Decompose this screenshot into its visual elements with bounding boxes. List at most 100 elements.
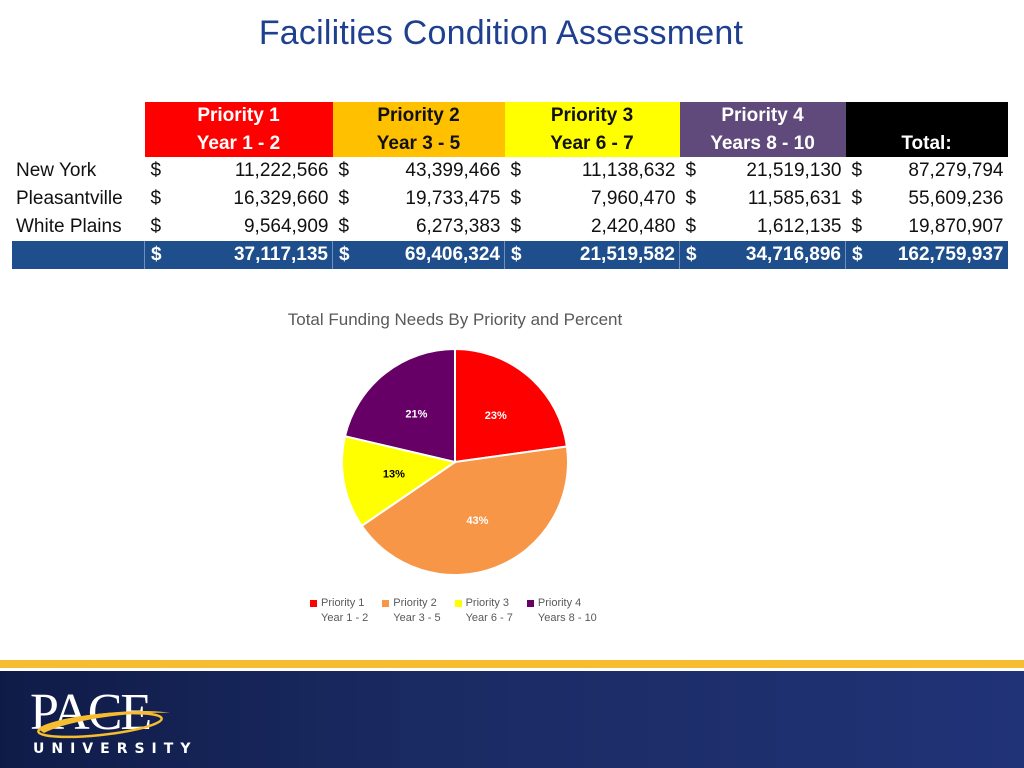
pie-svg: 23% 43% 13% 21%	[341, 347, 569, 576]
pie-data-label: 13%	[383, 468, 405, 480]
legend-line2: Year 3 - 5	[393, 612, 441, 624]
header-priority-1: Priority 1	[144, 102, 333, 130]
totals-label	[12, 241, 145, 269]
cell-value: $11,138,632	[505, 157, 680, 185]
legend-line1: Priority 3	[465, 597, 509, 609]
header-row-2: Year 1 - 2 Year 3 - 5 Year 6 - 7 Years 8…	[12, 130, 1008, 157]
legend-swatch	[382, 600, 390, 607]
total-cell: $69,406,324	[332, 241, 505, 269]
currency-symbol: $	[685, 216, 697, 237]
header-years-4: Years 8 - 10	[679, 130, 846, 157]
amount: 11,585,631	[747, 188, 842, 209]
amount: 21,519,130	[746, 160, 842, 181]
footer-banner: PACE UNIVERSITY	[0, 671, 1024, 768]
total-cell: $21,519,582	[504, 241, 680, 269]
legend-line2: Year 6 - 7	[465, 612, 513, 624]
cell-value: $16,329,660	[145, 185, 333, 213]
amount: 6,273,383	[415, 216, 501, 237]
currency-symbol: $	[150, 160, 162, 181]
header-row-1: Priority 1 Priority 2 Priority 3 Priorit…	[12, 102, 1008, 130]
legend-line2: Year 1 - 2	[321, 612, 369, 624]
pie-data-label: 43%	[466, 515, 488, 527]
row-label: White Plains	[16, 216, 122, 237]
total-amount: 162,759,937	[897, 244, 1004, 265]
cell-value: $9,564,909	[145, 213, 333, 241]
currency-symbol: $	[338, 188, 350, 209]
currency-symbol: $	[851, 188, 863, 209]
logo-subtitle: UNIVERSITY	[33, 741, 198, 757]
currency-symbol: $	[685, 160, 697, 181]
totals-row: $37,117,135 $69,406,324 $21,519,582 $34,716…	[12, 241, 1008, 269]
header-priority-3: Priority 3	[504, 102, 680, 130]
total-cell: $162,759,937	[845, 241, 1008, 269]
pie-slice-1	[454, 347, 569, 464]
total-amount: 69,406,324	[404, 244, 500, 265]
slide-title: Facilities Condition Assessment	[258, 14, 744, 52]
cell-value: $55,609,236	[846, 185, 1008, 213]
header-total: Total:	[845, 130, 1008, 157]
total-amount: 34,716,896	[745, 244, 841, 265]
currency-symbol: $	[510, 188, 522, 209]
amount: 43,399,466	[405, 160, 501, 181]
legend-text: Priority 3 Year 6 - 7	[466, 596, 513, 626]
table-row: White Plains $9,564,909 $6,273,383 $2,420,4…	[12, 213, 1008, 241]
cell-value: $19,870,907	[846, 213, 1008, 241]
header-total-top	[845, 102, 1008, 130]
header-years-1: Year 1 - 2	[144, 130, 333, 157]
cell-value: $7,960,470	[505, 185, 680, 213]
header-years-2: Year 3 - 5	[332, 130, 505, 157]
header-years-3: Year 6 - 7	[504, 130, 680, 157]
pie-chart: Total Funding Needs By Priority and Perc…	[260, 300, 660, 640]
cell-value: $87,279,794	[846, 157, 1008, 185]
legend-item: Priority 2 Year 3 - 5	[382, 596, 441, 626]
currency-symbol: $	[686, 244, 697, 265]
amount: 19,870,907	[908, 216, 1004, 237]
legend-text: Priority 2 Year 3 - 5	[393, 596, 440, 626]
chart-title: Total Funding Needs By Priority and Perc…	[287, 310, 623, 329]
amount: 9,564,909	[243, 216, 329, 237]
table-row: New York $11,222,566 $43,399,466 $11,138,63…	[12, 157, 1008, 185]
amount: 7,960,470	[590, 188, 676, 209]
legend-line1: Priority 1	[321, 597, 365, 609]
total-amount: 37,117,135	[233, 244, 328, 265]
legend-line1: Priority 2	[393, 597, 437, 609]
table-row: Pleasantville $16,329,660 $19,733,475 $7,96…	[12, 185, 1008, 213]
cell-value: $6,273,383	[333, 213, 505, 241]
legend-line2: Years 8 - 10	[537, 612, 597, 624]
footer-gold-stripe	[0, 660, 1024, 668]
logo-swoosh-icon	[37, 710, 170, 739]
currency-symbol: $	[511, 244, 522, 265]
currency-symbol: $	[685, 188, 697, 209]
chart-legend: Priority 1 Year 1 - 2 Priority 2 Year 3 - 5…	[310, 596, 597, 626]
total-cell: $34,716,896	[679, 241, 846, 269]
amount: 11,222,566	[234, 160, 329, 181]
amount: 19,733,475	[405, 188, 501, 209]
pie-data-label: 23%	[485, 410, 507, 422]
cell-value: $1,612,135	[680, 213, 846, 241]
currency-symbol: $	[510, 160, 522, 181]
pace-university-logo: PACE UNIVERSITY	[30, 687, 190, 767]
amount: 55,609,236	[908, 188, 1004, 209]
cell-value: $2,420,480	[505, 213, 680, 241]
currency-symbol: $	[150, 188, 162, 209]
legend-item: Priority 3 Year 6 - 7	[454, 596, 513, 626]
currency-symbol: $	[510, 216, 522, 237]
total-amount: 21,519,582	[579, 244, 675, 265]
currency-symbol: $	[339, 244, 350, 265]
amount: 87,279,794	[908, 160, 1004, 181]
amount: 16,329,660	[233, 188, 329, 209]
row-label: Pleasantville	[16, 188, 123, 209]
currency-symbol: $	[150, 216, 162, 237]
legend-swatch	[454, 600, 462, 607]
amount: 1,612,135	[756, 216, 842, 237]
legend-line1: Priority 4	[537, 597, 582, 609]
currency-symbol: $	[338, 216, 350, 237]
amount: 11,138,632	[581, 160, 676, 181]
cell-value: $21,519,130	[680, 157, 846, 185]
header-priority-2: Priority 2	[332, 102, 505, 130]
cell-value: $43,399,466	[333, 157, 505, 185]
currency-symbol: $	[851, 160, 863, 181]
legend-text: Priority 1 Year 1 - 2	[321, 596, 368, 626]
row-label: New York	[16, 160, 97, 181]
pie-data-label: 21%	[405, 408, 427, 420]
